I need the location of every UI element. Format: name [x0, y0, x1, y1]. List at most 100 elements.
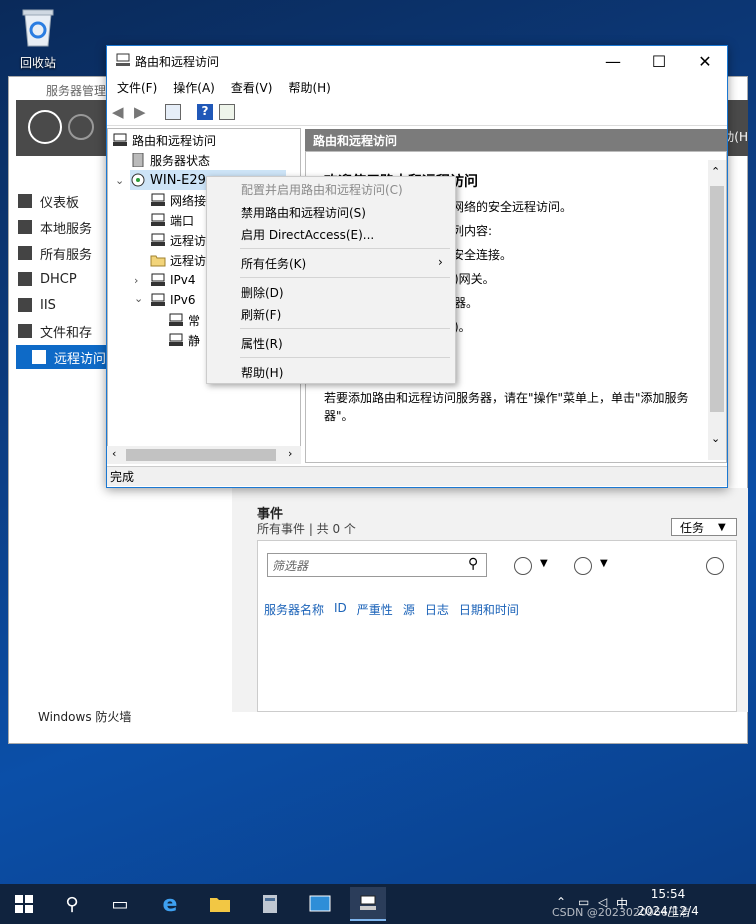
server-manager-sidebar [16, 156, 106, 716]
collapse-icon[interactable]: ⌄ [134, 292, 143, 305]
router-icon [168, 313, 184, 327]
minimize-button[interactable]: — [590, 46, 636, 76]
recycle-bin-label: 回收站 [19, 56, 56, 70]
server-manager-icon[interactable] [256, 890, 284, 918]
tree-scroll-thumb[interactable] [126, 449, 276, 461]
column-severity[interactable]: 严重性 [357, 601, 393, 618]
menu-help[interactable]: 帮助(H) [288, 79, 330, 96]
column-id[interactable]: ID [334, 601, 347, 618]
menu-separator [240, 357, 450, 358]
menu-properties[interactable]: 属性(R) [207, 332, 455, 354]
close-button[interactable]: ✕ [682, 46, 728, 76]
sidebar-item-label: 本地服务 [40, 221, 93, 237]
tree-ports[interactable]: 端口 [150, 210, 194, 230]
menu-configure-enable[interactable]: 配置并启用路由和远程访问(C) [207, 178, 455, 200]
recycle-bin-icon [20, 6, 56, 48]
menu-refresh[interactable]: 刷新(F) [207, 303, 455, 325]
back-icon[interactable] [28, 110, 62, 144]
forward-icon[interactable] [68, 114, 94, 140]
file-storage-icon [18, 324, 32, 338]
task-view-icon[interactable]: ▭ [106, 890, 134, 918]
menu-file[interactable]: 文件(F) [117, 79, 157, 96]
scroll-down-icon[interactable]: ⌄ [711, 432, 720, 445]
back-arrow-icon[interactable]: ◀ [112, 104, 128, 120]
forward-arrow-icon[interactable]: ▶ [134, 104, 150, 120]
submenu-arrow-icon: › [438, 255, 443, 269]
ie-icon[interactable]: e [156, 890, 184, 918]
tree-remote-clients[interactable]: 远程访 [150, 230, 206, 250]
show-hide-tree-icon[interactable] [165, 104, 181, 120]
menu-enable-directaccess[interactable]: 启用 DirectAccess(E)... [207, 223, 455, 245]
menu-separator [240, 277, 450, 278]
sidebar-item-all-servers[interactable]: 所有服务 [18, 241, 92, 265]
sidebar-item-file-storage[interactable]: 文件和存 [18, 319, 92, 343]
tree-root[interactable]: 路由和远程访问 [112, 130, 216, 150]
pane-line: )网关。 [454, 272, 495, 286]
menu-delete[interactable]: 删除(D) [207, 281, 455, 303]
scroll-left-icon[interactable]: ‹ [112, 447, 116, 460]
sidebar-item-label: DHCP [40, 271, 77, 287]
tree-ipv6[interactable]: IPv6 [150, 290, 196, 310]
status-bar: 完成 [107, 466, 727, 486]
column-source[interactable]: 源 [403, 601, 415, 618]
menu-action[interactable]: 操作(A) [173, 79, 215, 96]
properties-icon[interactable] [219, 104, 235, 120]
file-explorer-icon[interactable] [206, 890, 234, 918]
tree-remote-logging[interactable]: 远程访 [150, 250, 206, 270]
tree-label: 网络接 [170, 193, 207, 208]
server-icon [130, 173, 146, 187]
chevron-down-icon[interactable]: ▼ [600, 558, 608, 569]
pane-scroll-thumb[interactable] [710, 186, 724, 412]
tree-server-status[interactable]: 服务器状态 [130, 150, 210, 170]
servers-icon [18, 246, 32, 260]
column-datetime[interactable]: 日期和时间 [459, 601, 519, 618]
pane-header: 路由和远程访问 [305, 129, 727, 151]
router-icon [168, 333, 184, 347]
maximize-button[interactable]: ☐ [636, 46, 682, 76]
recycle-bin[interactable]: 回收站 [10, 6, 66, 71]
tasks-button[interactable]: 任务 ▼ [671, 518, 737, 536]
start-icon[interactable] [10, 890, 38, 918]
expand-icon[interactable] [706, 557, 724, 575]
router-icon [150, 273, 166, 287]
column-log[interactable]: 日志 [425, 601, 449, 618]
menu-disable-rras[interactable]: 禁用路由和远程访问(S) [207, 201, 455, 223]
server-icon [18, 220, 32, 234]
control-panel-icon[interactable] [306, 890, 334, 918]
pane-footer: 若要添加路由和远程访问服务器，请在"操作"菜单上，单击"添加服务器"。 [324, 391, 689, 423]
tree-ipv6-static-routes[interactable]: 静 [168, 330, 200, 350]
sidebar-item-dashboard[interactable]: 仪表板 [18, 189, 79, 213]
list-options-icon[interactable] [514, 557, 532, 575]
menu-view[interactable]: 查看(V) [231, 79, 273, 96]
tree-ipv6-general[interactable]: 常 [168, 310, 200, 330]
pane-line: 用网络的安全远程访问。 [440, 200, 573, 214]
sidebar-item-label: 所有服务 [40, 247, 93, 263]
collapse-icon[interactable]: ⌄ [115, 174, 124, 187]
tree-ipv4[interactable]: IPv4 [150, 270, 196, 290]
scroll-right-icon[interactable]: › [288, 447, 292, 460]
expand-icon[interactable]: › [134, 274, 138, 287]
search-icon[interactable]: ⚲ [468, 556, 478, 572]
rras-taskbar-icon[interactable] [350, 887, 386, 921]
tree-label: 静 [188, 333, 201, 348]
pane-line: )。 [454, 320, 471, 334]
tree-label: 常 [188, 313, 201, 328]
sidebar-item-iis[interactable]: IIS [18, 293, 56, 317]
sidebar-item-remote-access[interactable]: 远程访问 [16, 345, 106, 369]
help-icon[interactable]: ? [197, 104, 213, 120]
tree-label: IPv4 [170, 273, 196, 287]
sidebar-item-local-server[interactable]: 本地服务 [18, 215, 92, 239]
column-server-name[interactable]: 服务器名称 [264, 601, 324, 618]
events-subtitle: 所有事件 | 共 0 个 [257, 522, 356, 536]
search-icon[interactable]: ⚲ [58, 890, 86, 918]
filter-input[interactable]: 筛选器 [267, 553, 487, 577]
tree-network-interfaces[interactable]: 网络接 [150, 190, 206, 210]
menu-separator [240, 328, 450, 329]
save-icon[interactable] [574, 557, 592, 575]
menu-all-tasks[interactable]: 所有任务(K) [207, 252, 455, 274]
scroll-up-icon[interactable]: ⌃ [711, 165, 720, 178]
sidebar-item-dhcp[interactable]: DHCP [18, 267, 77, 291]
chevron-down-icon[interactable]: ▼ [540, 558, 548, 569]
dashboard-icon [18, 194, 32, 208]
menu-help-item[interactable]: 帮助(H) [207, 361, 455, 383]
